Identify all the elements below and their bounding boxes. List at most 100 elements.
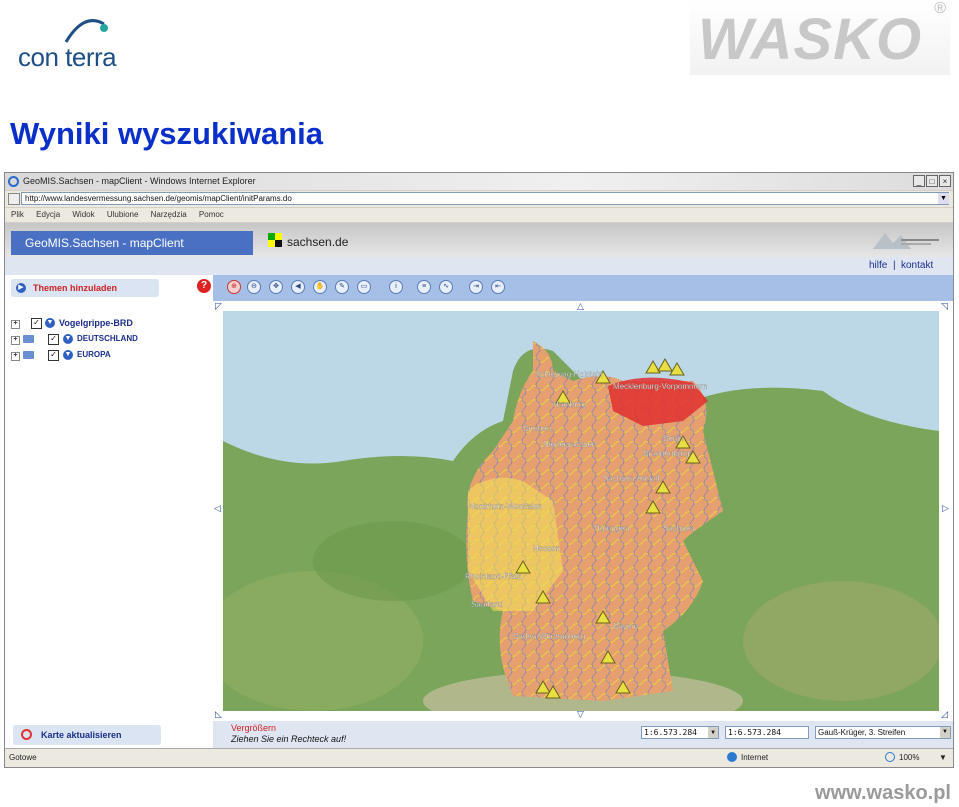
minimize-button[interactable]: _ — [913, 175, 925, 187]
expand-icon[interactable]: + — [11, 336, 20, 345]
chart-icon[interactable]: ∿ — [439, 280, 453, 294]
pan-northwest-icon[interactable]: ◸ — [215, 301, 222, 312]
help-link[interactable]: hilfe — [869, 260, 887, 271]
map-toolbar: ⊕ ⊖ ✥ ◀ ✋ ✎ ▭ i ≡ ∿ ⇥ ⇤ — [213, 275, 953, 301]
menu-narzedzia[interactable]: Narzędzia — [151, 210, 187, 219]
pan-west-icon[interactable]: ◁ — [214, 503, 221, 514]
expand-icon[interactable]: + — [11, 320, 20, 329]
expand-icon[interactable]: + — [11, 352, 20, 361]
sachsen-site-label[interactable]: sachsen.de — [287, 235, 348, 249]
germany-map-image: Schleswig-Holstein Mecklenburg-Vorpommer… — [223, 311, 939, 711]
scale-input-2[interactable]: 1:6.573.284 — [725, 726, 809, 739]
projection-select[interactable]: Gauß-Krüger, 3. Streifen ▼ — [815, 726, 951, 739]
pan-northeast-icon[interactable]: ◹ — [941, 301, 948, 312]
map-frame: ◸ △ ◹ ◁ ▷ ◺ ▽ ◿ Schleswig-Holstein Meckl… — [213, 301, 953, 721]
browser-status-bar: Gotowe Internet 100% ▼ — [5, 748, 953, 767]
export-icon[interactable]: ⇥ — [469, 280, 483, 294]
themen-hinzuladen-button[interactable]: ▶ Themen hinzuladen — [11, 279, 159, 297]
contact-link[interactable]: kontakt — [901, 260, 933, 271]
con-terra-text: con terra — [18, 42, 117, 72]
scale-value-1: 1:6.573.284 — [644, 728, 697, 737]
map-status-bar: Vergrößern Ziehen Sie ein Rechteck auf! … — [213, 721, 953, 748]
scale-value-2: 1:6.573.284 — [728, 728, 781, 737]
hand-icon[interactable]: ✋ — [313, 280, 327, 294]
themen-hinzuladen-label: Themen hinzuladen — [33, 283, 118, 293]
layer-checkbox[interactable]: ✓ — [31, 318, 42, 329]
app-header: GeoMIS.Sachsen - mapClient sachsen.de — [5, 223, 953, 257]
zoom-icon — [885, 752, 895, 762]
map-canvas[interactable]: Schleswig-Holstein Mecklenburg-Vorpommer… — [223, 311, 939, 711]
layer-info-icon[interactable]: ▼ — [63, 350, 73, 360]
layer-label: Europa — [77, 350, 111, 359]
address-dropdown-icon[interactable]: ▼ — [938, 193, 949, 204]
close-button[interactable]: × — [939, 175, 951, 187]
con-terra-logo: con terra — [18, 12, 138, 72]
menu-plik[interactable]: Plik — [11, 210, 24, 219]
address-bar: http://www.landesvermessung.sachsen.de/g… — [5, 191, 953, 207]
menu-pomoc[interactable]: Pomoc — [199, 210, 224, 219]
tool-mode-label: Vergrößern — [231, 723, 277, 733]
zone-label: Internet — [741, 753, 769, 762]
tool-hint-label: Ziehen Sie ein Rechteck auf! — [231, 734, 347, 744]
map-label: Saarland — [471, 600, 503, 609]
map-label: Rheinland-Pfalz — [465, 572, 521, 581]
globe-icon — [727, 752, 737, 762]
karte-aktualisieren-label: Karte aktualisieren — [41, 730, 122, 740]
map-label: Hamburg — [553, 400, 586, 409]
back-icon[interactable]: ◀ — [291, 280, 305, 294]
browser-window: GeoMIS.Sachsen - mapClient - Windows Int… — [4, 172, 954, 768]
address-input[interactable]: http://www.landesvermessung.sachsen.de/g… — [21, 192, 949, 205]
layer-label: Deutschland — [77, 334, 138, 343]
measure-icon[interactable]: ✎ — [335, 280, 349, 294]
zoom-in-icon[interactable]: ⊕ — [227, 280, 241, 294]
map-label: Niedersachsen — [543, 440, 596, 449]
links-bar: hilfe | kontakt — [5, 257, 953, 275]
map-label: Hessen — [533, 544, 560, 553]
map-label: Brandenburg — [643, 449, 689, 458]
menu-ulubione[interactable]: Ulubione — [107, 210, 139, 219]
menu-edycja[interactable]: Edycja — [36, 210, 60, 219]
pan-southeast-icon[interactable]: ◿ — [941, 709, 948, 720]
info-icon[interactable]: i — [389, 280, 403, 294]
pan-icon[interactable]: ✥ — [269, 280, 283, 294]
window-titlebar: GeoMIS.Sachsen - mapClient - Windows Int… — [5, 173, 953, 190]
folder-icon — [23, 351, 34, 359]
list-icon[interactable]: ≡ — [417, 280, 431, 294]
zoom-out-icon[interactable]: ⊖ — [247, 280, 261, 294]
pan-southwest-icon[interactable]: ◺ — [215, 709, 222, 720]
map-label: Sachsen — [663, 524, 694, 533]
import-icon[interactable]: ⇤ — [491, 280, 505, 294]
slide-title: Wyniki wyszukiwania — [10, 116, 323, 151]
link-separator: | — [893, 260, 896, 271]
window-title: GeoMIS.Sachsen - mapClient - Windows Int… — [23, 176, 256, 186]
wasko-text: WASKO — [698, 7, 923, 72]
layer-checkbox[interactable]: ✓ — [48, 334, 59, 345]
footer-url: www.wasko.pl — [815, 782, 951, 804]
zoom-dropdown-icon[interactable]: ▼ — [939, 753, 947, 762]
refresh-icon — [21, 729, 32, 740]
scale-select-1[interactable]: 1:6.573.284 ▼ — [641, 726, 719, 739]
map-label: Baden-Württemberg — [513, 632, 585, 641]
chevron-down-icon[interactable]: ▼ — [708, 727, 718, 738]
layer-info-icon[interactable]: ▼ — [63, 334, 73, 344]
layer-label: Vogelgrippe-BRD — [59, 318, 133, 328]
karte-aktualisieren-button[interactable]: Karte aktualisieren — [13, 725, 161, 745]
layer-info-icon[interactable]: ▼ — [45, 318, 55, 328]
help-icon[interactable]: ? — [197, 279, 211, 293]
wasko-logo: WASKO ® — [690, 0, 950, 75]
map-label: Bremen — [523, 424, 551, 433]
menu-widok[interactable]: Widok — [72, 210, 94, 219]
registered-mark: ® — [934, 0, 946, 17]
chevron-down-icon[interactable]: ▼ — [940, 727, 950, 738]
print-icon[interactable]: ▭ — [357, 280, 371, 294]
web-page: GeoMIS.Sachsen - mapClient sachsen.de hi… — [5, 223, 953, 748]
sachsen-flag-icon — [268, 233, 282, 247]
maximize-button[interactable]: □ — [926, 175, 938, 187]
layer-row: + ✓ ▼ Deutschland — [11, 333, 211, 347]
layer-row: + ✓ ▼ Europa — [11, 349, 211, 363]
pan-east-icon[interactable]: ▷ — [942, 503, 949, 514]
ie-icon — [8, 176, 19, 187]
projection-value: Gauß-Krüger, 3. Streifen — [818, 728, 906, 737]
zoom-level[interactable]: 100% — [899, 753, 919, 762]
layer-checkbox[interactable]: ✓ — [48, 350, 59, 361]
